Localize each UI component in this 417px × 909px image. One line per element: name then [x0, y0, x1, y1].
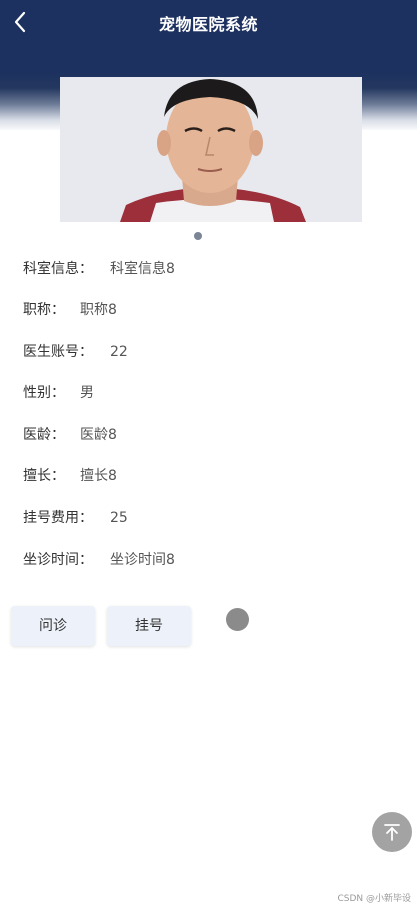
- specialty-label: 擅长：: [23, 468, 65, 484]
- info-row-experience: 医龄： 医龄8: [23, 424, 117, 446]
- schedule-label: 坐诊时间：: [23, 552, 93, 568]
- account-value: 22: [110, 344, 128, 360]
- account-label: 医生账号：: [23, 344, 93, 360]
- info-row-schedule: 坐诊时间： 坐诊时间8: [23, 549, 175, 571]
- loading-indicator: [226, 608, 249, 631]
- doctor-photo: [60, 77, 362, 222]
- consult-button[interactable]: 问诊: [11, 606, 95, 646]
- schedule-value: 坐诊时间8: [110, 552, 175, 568]
- register-button[interactable]: 挂号: [107, 606, 191, 646]
- carousel-indicator-dot[interactable]: [194, 232, 202, 240]
- gender-value: 男: [80, 385, 94, 401]
- job-title-label: 职称：: [23, 302, 65, 318]
- info-row-specialty: 擅长： 擅长8: [23, 465, 117, 487]
- fee-label: 挂号费用：: [23, 510, 93, 526]
- info-row-gender: 性别： 男: [23, 382, 94, 404]
- gender-label: 性别：: [23, 385, 65, 401]
- page-title: 宠物医院系统: [158, 15, 258, 34]
- watermark-text: CSDN @小新毕设: [337, 894, 411, 904]
- info-row-account: 医生账号： 22: [23, 341, 128, 363]
- experience-value: 医龄8: [80, 427, 117, 443]
- specialty-value: 擅长8: [80, 468, 117, 484]
- job-title-value: 职称8: [80, 302, 117, 318]
- department-label: 科室信息：: [23, 261, 93, 277]
- department-value: 科室信息8: [110, 261, 175, 277]
- info-row-title: 职称： 职称8: [23, 299, 117, 321]
- fee-value: 25: [110, 510, 128, 526]
- arrow-up-to-top-icon: [384, 824, 400, 841]
- info-row-department: 科室信息： 科室信息8: [23, 258, 175, 280]
- experience-label: 医龄：: [23, 427, 65, 443]
- info-row-fee: 挂号费用： 25: [23, 507, 128, 529]
- back-to-top-button[interactable]: [372, 812, 412, 852]
